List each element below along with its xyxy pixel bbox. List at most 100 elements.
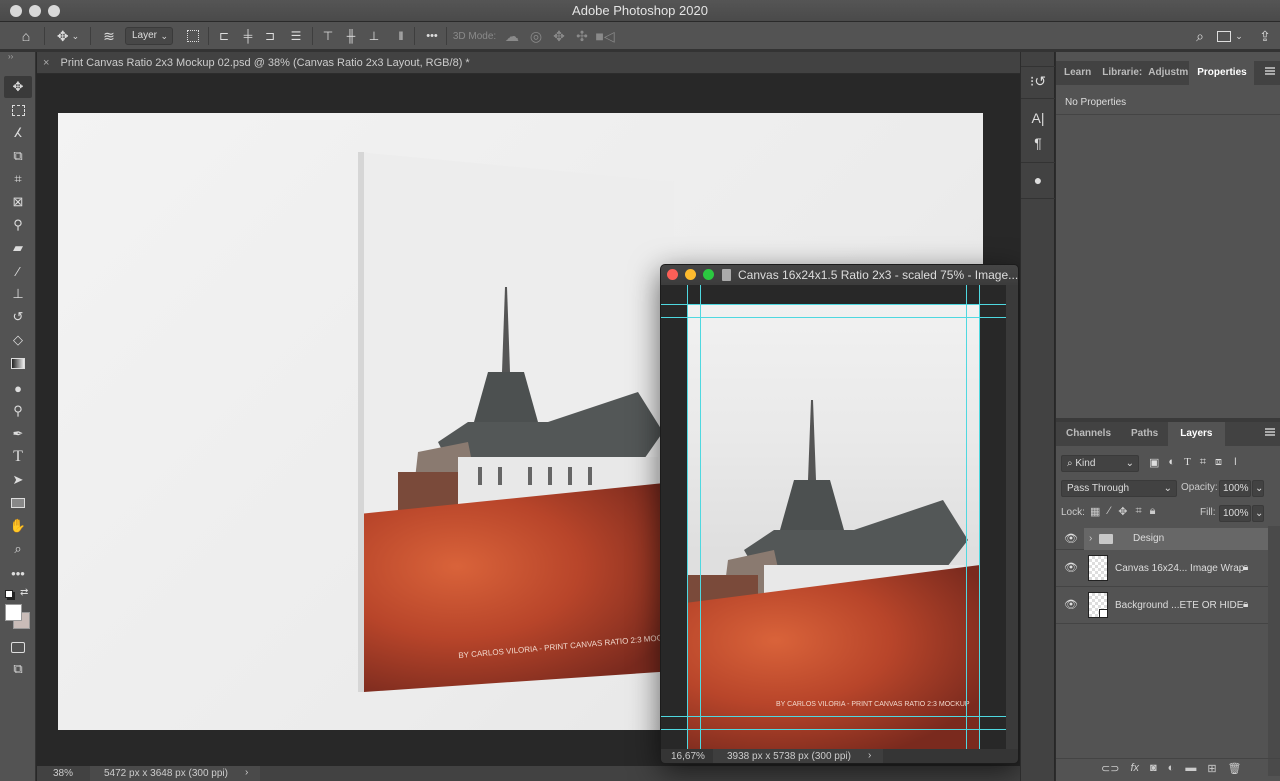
visibility-eye-icon[interactable]: 👁︎ bbox=[1064, 563, 1078, 574]
blend-mode-dropdown[interactable]: Pass Through ⌄ bbox=[1061, 480, 1177, 497]
more-options-button[interactable]: ••• bbox=[422, 22, 442, 50]
quick-mask-button[interactable] bbox=[4, 636, 32, 658]
eyedropper-tool[interactable]: ⚲ bbox=[4, 214, 32, 236]
floating-canvas-image[interactable]: BY CARLOS VILORIA - PRINT CANVAS RATIO 2… bbox=[688, 305, 980, 753]
delete-layer-icon[interactable]: 🗑︎ bbox=[1228, 762, 1242, 775]
tab-layers[interactable]: Layers bbox=[1168, 422, 1225, 446]
opacity-dropdown[interactable]: ⌄ bbox=[1252, 480, 1264, 497]
default-colors-button[interactable] bbox=[5, 590, 13, 598]
align-hcenter-button[interactable]: ╪ bbox=[240, 22, 256, 50]
marquee-tool[interactable] bbox=[4, 99, 32, 121]
new-layer-icon[interactable]: ⊞ bbox=[1207, 762, 1216, 775]
object-selection-tool[interactable]: ⧉ bbox=[4, 145, 32, 167]
smart-object-filter-icon[interactable]: ⧈ bbox=[1215, 456, 1222, 469]
layer-row-design[interactable]: 👁︎ › Design bbox=[1056, 528, 1268, 550]
materials-panel-button[interactable]: ● bbox=[1027, 169, 1049, 191]
character-panel-button[interactable]: A| bbox=[1027, 107, 1049, 129]
pixel-filter-icon[interactable]: ▣ bbox=[1149, 456, 1159, 469]
3d-roll-button[interactable]: ◎ bbox=[527, 22, 545, 50]
rectangle-tool[interactable] bbox=[4, 492, 32, 514]
filter-toggle-icon[interactable]: ⏽ bbox=[1231, 456, 1240, 469]
status-menu-arrow[interactable]: › bbox=[245, 767, 248, 778]
home-button[interactable]: ⌂ bbox=[14, 22, 38, 50]
minimize-window-button[interactable] bbox=[29, 5, 41, 17]
panel-menu-icon[interactable] bbox=[1265, 67, 1275, 75]
edit-toolbar-button[interactable]: ••• bbox=[4, 562, 32, 584]
tab-learn[interactable]: Learn bbox=[1056, 61, 1099, 85]
foreground-color-swatch[interactable] bbox=[5, 604, 22, 621]
lock-pixels-icon[interactable]: ⁄ bbox=[1108, 505, 1110, 518]
fill-input[interactable]: 100% bbox=[1219, 505, 1251, 522]
3d-orbit-button[interactable]: ☁ bbox=[503, 22, 521, 50]
floating-document-window[interactable]: Canvas 16x24x1.5 Ratio 2x3 - scaled 75% … bbox=[660, 264, 1019, 764]
floating-window-title-bar[interactable]: Canvas 16x24x1.5 Ratio 2x3 - scaled 75% … bbox=[661, 265, 1018, 285]
paragraph-panel-button[interactable]: ¶ bbox=[1027, 132, 1049, 154]
align-vcenter-button[interactable]: ╫ bbox=[343, 22, 359, 50]
close-document-button[interactable]: × bbox=[43, 57, 49, 69]
guide-horizontal[interactable] bbox=[661, 716, 1006, 717]
lock-artboard-icon[interactable]: ⌗ bbox=[1135, 505, 1141, 518]
distribute-vertical-button[interactable]: ‖ bbox=[394, 22, 408, 50]
auto-select-dropdown[interactable]: Layer ⌄ bbox=[125, 27, 173, 45]
tab-paths[interactable]: Paths bbox=[1121, 422, 1168, 446]
transform-controls-toggle[interactable] bbox=[184, 22, 202, 50]
layer-filter-dropdown[interactable]: ⌕ Kind ⌄ bbox=[1061, 455, 1139, 472]
layer-row-background[interactable]: 👁︎ Background ...ETE OR HIDE 🔒︎ bbox=[1056, 587, 1268, 624]
type-tool[interactable]: T bbox=[4, 446, 32, 468]
align-top-button[interactable]: ⊤ bbox=[320, 22, 336, 50]
adjustment-layer-icon[interactable]: ◐ bbox=[1168, 762, 1175, 775]
floating-close-button[interactable] bbox=[667, 269, 678, 280]
close-window-button[interactable] bbox=[10, 5, 22, 17]
floating-scrollbar[interactable] bbox=[1006, 285, 1018, 749]
lock-position-icon[interactable]: ✥ bbox=[1118, 505, 1127, 518]
share-button[interactable]: ⇪ bbox=[1255, 22, 1275, 50]
tab-adjustments[interactable]: Adjustm bbox=[1145, 61, 1189, 85]
guide-vertical[interactable] bbox=[700, 285, 701, 749]
align-left-button[interactable]: ⊏ bbox=[216, 22, 232, 50]
healing-brush-tool[interactable]: ▰ bbox=[4, 237, 32, 259]
lock-transparent-icon[interactable]: ▦ bbox=[1090, 505, 1100, 518]
link-layers-icon[interactable]: ⊂⊃ bbox=[1101, 762, 1119, 775]
shape-filter-icon[interactable]: ⌗ bbox=[1200, 456, 1206, 469]
layer-row-image-wrap[interactable]: 👁︎ Canvas 16x24... Image Wrap 🔒︎ bbox=[1056, 550, 1268, 587]
history-panel-button[interactable]: ⁝↺ bbox=[1027, 70, 1049, 92]
floating-zoom-button[interactable] bbox=[703, 269, 714, 280]
screen-mode-button[interactable]: ⧉ bbox=[4, 658, 32, 680]
tab-channels[interactable]: Channels bbox=[1056, 422, 1121, 446]
fx-icon[interactable]: fx bbox=[1130, 762, 1139, 775]
guide-horizontal[interactable] bbox=[661, 304, 1006, 305]
tab-properties[interactable]: Properties bbox=[1189, 61, 1255, 85]
lasso-tool[interactable]: ⵃ bbox=[4, 122, 32, 144]
guide-vertical[interactable] bbox=[966, 285, 967, 749]
visibility-eye-icon[interactable]: 👁︎ bbox=[1064, 534, 1078, 545]
zoom-level[interactable]: 38% bbox=[53, 768, 73, 779]
tab-libraries[interactable]: Librarie: bbox=[1099, 61, 1145, 85]
history-brush-tool[interactable]: ↺ bbox=[4, 306, 32, 328]
gradient-tool[interactable] bbox=[4, 352, 32, 374]
3d-scale-button[interactable]: ■◁ bbox=[595, 22, 614, 50]
toolbar-expand-arrow[interactable]: ›› bbox=[8, 52, 13, 61]
new-group-icon[interactable]: ▬ bbox=[1185, 762, 1196, 775]
guide-horizontal[interactable] bbox=[661, 729, 1006, 730]
eraser-tool[interactable]: ◇ bbox=[4, 329, 32, 351]
frame-tool[interactable]: ⊠ bbox=[4, 191, 32, 213]
blur-tool[interactable]: ● bbox=[4, 377, 32, 399]
workspace-button[interactable]: ⌄ bbox=[1215, 22, 1245, 50]
hand-tool[interactable]: ✋ bbox=[4, 515, 32, 537]
move-tool-preset[interactable]: ✥ ⌄ bbox=[52, 22, 84, 50]
lock-all-icon[interactable]: 🔒︎ bbox=[1150, 505, 1156, 518]
fill-dropdown[interactable]: ⌄ bbox=[1252, 505, 1264, 522]
3d-pan-button[interactable]: ✥ bbox=[550, 22, 568, 50]
distribute-button[interactable]: ☰ bbox=[288, 22, 304, 50]
floating-zoom-level[interactable]: 16,67% bbox=[671, 751, 705, 762]
add-mask-icon[interactable]: ◙ bbox=[1150, 762, 1157, 775]
zoom-tool[interactable]: ⌕ bbox=[4, 538, 32, 560]
pen-tool[interactable]: ✒ bbox=[4, 423, 32, 445]
path-selection-tool[interactable]: ➤ bbox=[4, 469, 32, 491]
search-button[interactable]: ⌕ bbox=[1190, 22, 1210, 50]
guide-horizontal[interactable] bbox=[661, 317, 1006, 318]
guide-vertical[interactable] bbox=[979, 285, 980, 749]
dodge-tool[interactable]: ⚲ bbox=[4, 400, 32, 422]
panel-menu-icon[interactable] bbox=[1265, 428, 1275, 436]
clone-stamp-tool[interactable]: ⊥ bbox=[4, 283, 32, 305]
